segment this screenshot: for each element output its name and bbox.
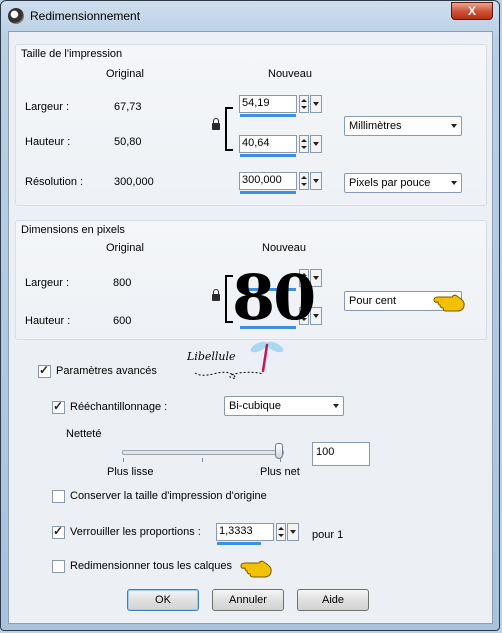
width-original: 67,73 [114,101,142,113]
ratio-progress [217,542,261,545]
watermark-swirl [194,371,264,379]
chevron-down-icon [451,181,457,185]
pixel-lock-icon [212,289,220,301]
lock-ratio-label: Verrouiller les proportions : [70,526,201,538]
ratio-dropdown-button[interactable] [287,523,299,541]
lock-icon [212,118,220,130]
ratio-input[interactable]: 1,3333 [216,523,274,541]
pixel-height-label: Hauteur : [25,315,71,327]
ratio-suffix: pour 1 [312,529,344,541]
ratio-spin-arrows[interactable] [276,523,286,541]
resolution-progress [240,191,296,194]
width-progress [240,114,296,117]
pixel-dimensions-group: Dimensions en pixels Original Nouveau La… [15,220,487,340]
resolution-spin-arrows[interactable] [299,172,309,190]
sharpness-label: Netteté [66,428,102,440]
resample-checkbox[interactable]: ✓ [52,399,65,414]
pointing-hand-icon [433,294,465,312]
resolution-unit-value: Pixels par pouce [349,177,431,189]
height-progress [240,154,296,157]
resolution-spinner: 300,000 [239,172,323,194]
sharpness-value-input[interactable]: 100 [312,442,370,466]
pixel-col-original-header: Original [106,242,144,254]
dialog-body: Taille de l'impression Original Nouveau … [8,31,493,624]
chevron-down-icon [333,404,339,408]
slider-max-label: Plus net [260,466,300,478]
slider-tick [123,458,124,462]
pixel-col-new-header: Nouveau [262,242,307,254]
col-new-header: Nouveau [268,68,313,80]
height-label: Hauteur : [25,136,71,148]
width-spin-arrows[interactable] [299,95,309,113]
width-label: Largeur : [25,101,70,113]
advanced-params-checkbox[interactable]: ✓ [38,363,51,378]
ok-button[interactable]: OK [127,589,199,611]
window-title: Redimensionnement [30,9,141,23]
print-unit-select[interactable]: Millimètres [344,116,462,136]
cancel-button[interactable]: Annuler [212,589,284,611]
resample-label: Rééchantillonnage : [70,401,168,413]
resolution-unit-select[interactable]: Pixels par pouce [344,173,462,193]
pixel-dims-legend: Dimensions en pixels [21,224,125,236]
watermark-text: Libellule [187,350,236,363]
lock-ratio-checkbox[interactable]: ✓ [52,524,65,539]
pixel-unit-value: Pour cent [349,295,397,307]
print-unit-value: Millimètres [349,120,402,132]
app-icon [8,8,24,24]
height-spinner: 40,64 [239,135,323,157]
resample-method-select[interactable]: Bi-cubique [224,396,344,416]
keep-print-size-label: Conserver la taille d'impression d'origi… [70,490,267,502]
height-dropdown-button[interactable] [310,135,322,153]
percent-overlay-value: 80 [232,261,316,334]
width-new-input[interactable]: 54,19 [239,95,297,113]
height-spin-arrows[interactable] [299,135,309,153]
col-original-header: Original [106,68,144,80]
pointing-hand-icon [240,560,272,578]
print-size-group: Taille de l'impression Original Nouveau … [15,44,487,206]
pixel-height-original: 600 [113,315,132,327]
pixel-width-label: Largeur : [25,277,70,289]
advanced-params-label: Paramètres avancés [56,365,157,377]
width-spinner: 54,19 [239,95,323,117]
link-bracket [225,107,233,151]
title-bar[interactable]: Redimensionnement X [1,1,499,31]
resolution-original: 300,000 [114,176,154,188]
resolution-dropdown-button[interactable] [310,172,322,190]
resample-method-value: Bi-cubique [229,400,281,412]
sharpness-slider-track[interactable] [122,450,284,455]
resize-dialog: Redimensionnement X Taille de l'impressi… [0,0,500,631]
resize-layers-label: Redimensionner tous les calques [70,560,233,572]
height-new-input[interactable]: 40,64 [239,135,297,153]
resolution-label: Résolution : [25,176,84,188]
slider-min-label: Plus lisse [107,466,154,478]
pixel-width-original: 800 [113,277,132,289]
height-original: 50,80 [114,136,142,148]
resolution-new-input[interactable]: 300,000 [239,172,297,190]
help-button[interactable]: Aide [297,589,369,611]
ratio-spinner: 1,3333 [216,523,300,545]
keep-print-size-checkbox[interactable] [52,490,65,503]
close-button[interactable]: X [451,2,493,20]
resize-layers-checkbox[interactable] [52,560,65,573]
print-size-legend: Taille de l'impression [21,48,123,60]
slider-tick [280,458,281,462]
slider-tick [202,458,203,462]
sharpness-slider-thumb[interactable] [275,443,283,459]
width-dropdown-button[interactable] [310,95,322,113]
chevron-down-icon [451,124,457,128]
